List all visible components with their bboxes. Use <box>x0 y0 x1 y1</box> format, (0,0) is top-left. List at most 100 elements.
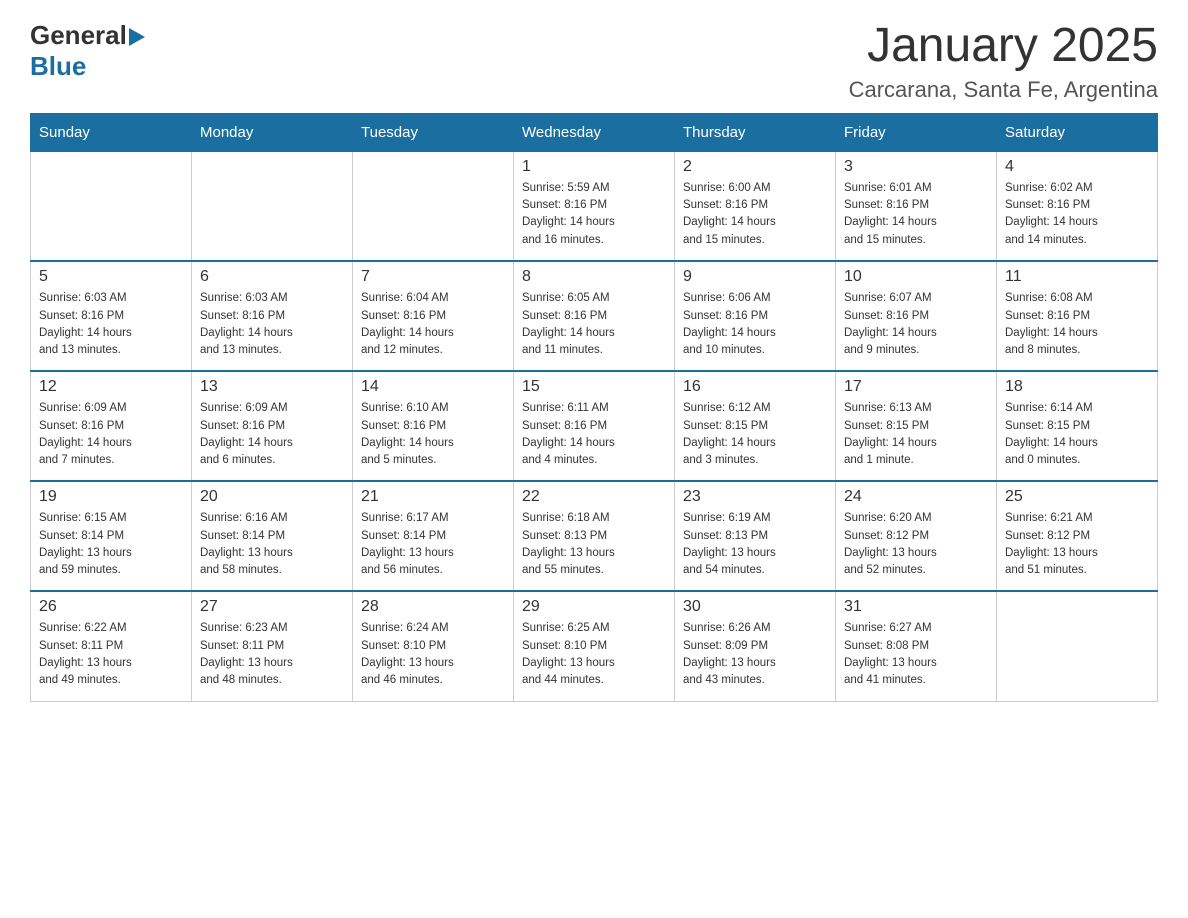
day-number: 15 <box>522 378 666 396</box>
day-cell: 4 Sunrise: 6:02 AMSunset: 8:16 PMDaylight… <box>997 151 1158 261</box>
day-number: 23 <box>683 488 827 506</box>
header-row: SundayMondayTuesdayWednesdayThursdayFrid… <box>31 113 1158 151</box>
day-info: Sunrise: 6:14 AMSunset: 8:15 PMDaylight:… <box>1005 400 1149 469</box>
page-header: General Blue January 2025 Carcarana, San… <box>30 20 1158 103</box>
day-cell: 27 Sunrise: 6:23 AMSunset: 8:11 PMDayligh… <box>192 591 353 701</box>
day-info: Sunrise: 6:21 AMSunset: 8:12 PMDaylight:… <box>1005 510 1149 579</box>
day-info: Sunrise: 6:22 AMSunset: 8:11 PMDaylight:… <box>39 620 183 689</box>
day-info: Sunrise: 6:02 AMSunset: 8:16 PMDaylight:… <box>1005 180 1149 249</box>
day-info: Sunrise: 6:05 AMSunset: 8:16 PMDaylight:… <box>522 290 666 359</box>
day-number: 7 <box>361 268 505 286</box>
day-info: Sunrise: 6:13 AMSunset: 8:15 PMDaylight:… <box>844 400 988 469</box>
day-cell: 23 Sunrise: 6:19 AMSunset: 8:13 PMDayligh… <box>675 481 836 591</box>
day-info: Sunrise: 6:24 AMSunset: 8:10 PMDaylight:… <box>361 620 505 689</box>
day-cell: 25 Sunrise: 6:21 AMSunset: 8:12 PMDayligh… <box>997 481 1158 591</box>
day-cell: 28 Sunrise: 6:24 AMSunset: 8:10 PMDayligh… <box>353 591 514 701</box>
day-cell: 15 Sunrise: 6:11 AMSunset: 8:16 PMDayligh… <box>514 371 675 481</box>
day-cell: 5 Sunrise: 6:03 AMSunset: 8:16 PMDaylight… <box>31 261 192 371</box>
day-info: Sunrise: 6:11 AMSunset: 8:16 PMDaylight:… <box>522 400 666 469</box>
day-cell: 6Sunrise: 6:03 AMSunset: 8:16 PMDaylight… <box>192 261 353 371</box>
day-number: 21 <box>361 488 505 506</box>
day-info: Sunrise: 6:06 AMSunset: 8:16 PMDaylight:… <box>683 290 827 359</box>
day-info: Sunrise: 6:07 AMSunset: 8:16 PMDaylight:… <box>844 290 988 359</box>
header-tuesday: Tuesday <box>353 113 514 151</box>
logo-blue: Blue <box>30 51 86 81</box>
day-cell: 20Sunrise: 6:16 AMSunset: 8:14 PMDayligh… <box>192 481 353 591</box>
day-info: Sunrise: 6:27 AMSunset: 8:08 PMDaylight:… <box>844 620 988 689</box>
day-cell: 10 Sunrise: 6:07 AMSunset: 8:16 PMDayligh… <box>836 261 997 371</box>
day-number: 1 <box>522 158 666 176</box>
day-cell: 26 Sunrise: 6:22 AMSunset: 8:11 PMDayligh… <box>31 591 192 701</box>
day-number: 9 <box>683 268 827 286</box>
day-info: Sunrise: 6:17 AMSunset: 8:14 PMDaylight:… <box>361 510 505 579</box>
day-number: 25 <box>1005 488 1149 506</box>
day-cell <box>31 151 192 261</box>
month-title: January 2025 <box>849 20 1158 73</box>
day-number: 5 <box>39 268 183 286</box>
week-row-1: 1 Sunrise: 5:59 AMSunset: 8:16 PMDaylight… <box>31 151 1158 261</box>
day-number: 17 <box>844 378 988 396</box>
day-info: Sunrise: 6:23 AMSunset: 8:11 PMDaylight:… <box>200 620 344 689</box>
day-cell: 18 Sunrise: 6:14 AMSunset: 8:15 PMDayligh… <box>997 371 1158 481</box>
location: Carcarana, Santa Fe, Argentina <box>849 77 1158 103</box>
day-info: Sunrise: 6:12 AMSunset: 8:15 PMDaylight:… <box>683 400 827 469</box>
day-cell: 13Sunrise: 6:09 AMSunset: 8:16 PMDayligh… <box>192 371 353 481</box>
calendar-table: SundayMondayTuesdayWednesdayThursdayFrid… <box>30 113 1158 702</box>
day-cell: 1 Sunrise: 5:59 AMSunset: 8:16 PMDaylight… <box>514 151 675 261</box>
day-number: 20 <box>200 488 344 506</box>
day-number: 26 <box>39 598 183 616</box>
day-number: 8 <box>522 268 666 286</box>
day-number: 27 <box>200 598 344 616</box>
day-info: Sunrise: 6:26 AMSunset: 8:09 PMDaylight:… <box>683 620 827 689</box>
day-number: 10 <box>844 268 988 286</box>
day-info: Sunrise: 6:19 AMSunset: 8:13 PMDaylight:… <box>683 510 827 579</box>
day-number: 29 <box>522 598 666 616</box>
day-cell: 22 Sunrise: 6:18 AMSunset: 8:13 PMDayligh… <box>514 481 675 591</box>
day-info: Sunrise: 6:18 AMSunset: 8:13 PMDaylight:… <box>522 510 666 579</box>
day-number: 12 <box>39 378 183 396</box>
day-info: Sunrise: 6:15 AMSunset: 8:14 PMDaylight:… <box>39 510 183 579</box>
day-info: Sunrise: 6:25 AMSunset: 8:10 PMDaylight:… <box>522 620 666 689</box>
day-number: 11 <box>1005 268 1149 286</box>
day-number: 22 <box>522 488 666 506</box>
day-number: 14 <box>361 378 505 396</box>
day-number: 31 <box>844 598 988 616</box>
day-number: 2 <box>683 158 827 176</box>
day-number: 28 <box>361 598 505 616</box>
day-info: Sunrise: 6:08 AMSunset: 8:16 PMDaylight:… <box>1005 290 1149 359</box>
title-block: January 2025 Carcarana, Santa Fe, Argent… <box>849 20 1158 103</box>
day-cell <box>192 151 353 261</box>
day-cell: 11 Sunrise: 6:08 AMSunset: 8:16 PMDayligh… <box>997 261 1158 371</box>
header-sunday: Sunday <box>31 113 192 151</box>
day-number: 30 <box>683 598 827 616</box>
day-info: Sunrise: 6:00 AMSunset: 8:16 PMDaylight:… <box>683 180 827 249</box>
day-info: Sunrise: 5:59 AMSunset: 8:16 PMDaylight:… <box>522 180 666 249</box>
day-number: 19 <box>39 488 183 506</box>
day-number: 18 <box>1005 378 1149 396</box>
week-row-5: 26 Sunrise: 6:22 AMSunset: 8:11 PMDayligh… <box>31 591 1158 701</box>
logo: General Blue <box>30 20 145 82</box>
week-row-2: 5 Sunrise: 6:03 AMSunset: 8:16 PMDaylight… <box>31 261 1158 371</box>
day-cell: 12Sunrise: 6:09 AMSunset: 8:16 PMDayligh… <box>31 371 192 481</box>
day-cell: 19 Sunrise: 6:15 AMSunset: 8:14 PMDayligh… <box>31 481 192 591</box>
day-cell: 3 Sunrise: 6:01 AMSunset: 8:16 PMDaylight… <box>836 151 997 261</box>
day-cell <box>997 591 1158 701</box>
day-cell: 24Sunrise: 6:20 AMSunset: 8:12 PMDayligh… <box>836 481 997 591</box>
week-row-4: 19 Sunrise: 6:15 AMSunset: 8:14 PMDayligh… <box>31 481 1158 591</box>
day-info: Sunrise: 6:01 AMSunset: 8:16 PMDaylight:… <box>844 180 988 249</box>
day-cell: 29 Sunrise: 6:25 AMSunset: 8:10 PMDayligh… <box>514 591 675 701</box>
header-saturday: Saturday <box>997 113 1158 151</box>
header-monday: Monday <box>192 113 353 151</box>
logo-general: General <box>30 20 127 51</box>
header-thursday: Thursday <box>675 113 836 151</box>
day-info: Sunrise: 6:03 AMSunset: 8:16 PMDaylight:… <box>39 290 183 359</box>
day-number: 3 <box>844 158 988 176</box>
header-wednesday: Wednesday <box>514 113 675 151</box>
day-number: 13 <box>200 378 344 396</box>
day-cell <box>353 151 514 261</box>
day-cell: 16 Sunrise: 6:12 AMSunset: 8:15 PMDayligh… <box>675 371 836 481</box>
day-number: 24 <box>844 488 988 506</box>
day-number: 4 <box>1005 158 1149 176</box>
day-cell: 2 Sunrise: 6:00 AMSunset: 8:16 PMDaylight… <box>675 151 836 261</box>
day-number: 16 <box>683 378 827 396</box>
